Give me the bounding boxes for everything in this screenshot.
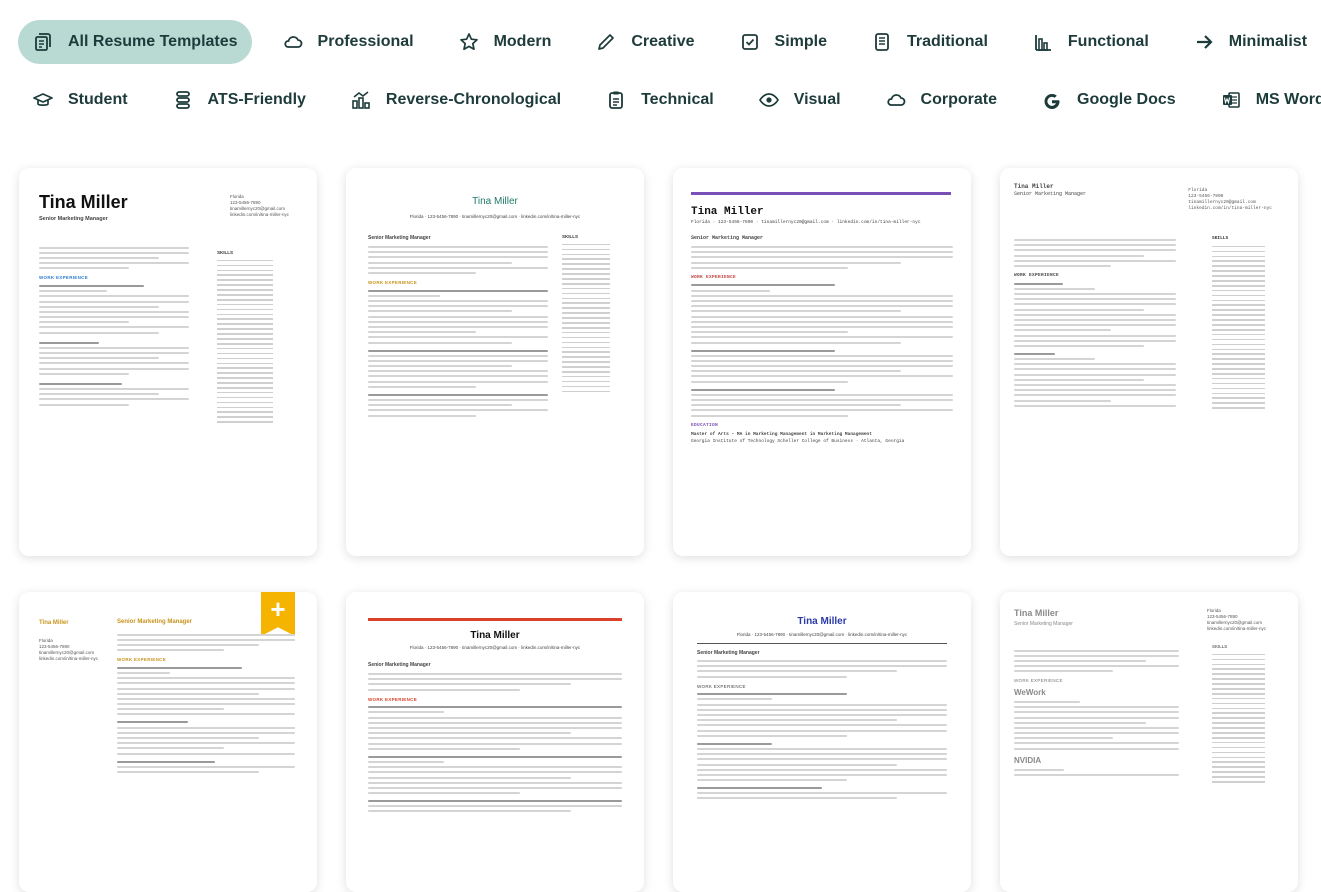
chip-label: Visual xyxy=(793,91,841,108)
template-card[interactable]: Tina Miller Florida · 123-5456-7890 · ti… xyxy=(346,592,644,892)
filter-google-docs[interactable]: Google Docs xyxy=(1027,78,1190,122)
checkbox-icon xyxy=(739,31,761,53)
resume-name: Tina Miller xyxy=(797,616,847,627)
chip-label: ATS-Friendly xyxy=(207,91,306,108)
template-card[interactable]: Tina Miller Florida · 123-5456-7890 · ti… xyxy=(673,592,971,892)
resume-name: Tina Miller xyxy=(691,206,764,218)
clipboard-icon xyxy=(605,89,627,111)
resume-preview: Tina Miller Senior Marketing Manager Flo… xyxy=(19,168,317,556)
filter-reverse-chronological[interactable]: Reverse-Chronological xyxy=(336,78,575,122)
chip-label: Corporate xyxy=(920,91,997,108)
filter-row-2: Student ATS-Friendly Reverse-Chronologic… xyxy=(18,78,1321,122)
arrow-right-icon xyxy=(1193,31,1215,53)
cloud-icon xyxy=(282,31,304,53)
graduation-cap-icon xyxy=(32,89,54,111)
chip-label: Reverse-Chronological xyxy=(385,91,562,108)
cloud-icon xyxy=(885,89,907,111)
word-icon xyxy=(1220,89,1242,111)
template-card[interactable]: Tina Miller Florida · 123-5456-7890 · ti… xyxy=(673,168,971,556)
filter-professional[interactable]: Professional xyxy=(268,20,428,64)
chip-label: All Resume Templates xyxy=(68,33,238,50)
filter-visual[interactable]: Visual xyxy=(744,78,855,122)
bar-chart-icon xyxy=(1032,31,1054,53)
filter-simple[interactable]: Simple xyxy=(725,20,841,64)
filter-creative[interactable]: Creative xyxy=(581,20,708,64)
template-card[interactable]: Tina Miller Florida · 123-5456-7890 · ti… xyxy=(346,168,644,556)
chip-label: Professional xyxy=(317,33,414,50)
filter-row-1: All Resume Templates Professional Modern… xyxy=(18,20,1321,64)
resume-contact-line: Florida · 123-5456-7890 · tinamillernyc2… xyxy=(409,214,581,219)
star-icon xyxy=(458,31,480,53)
chip-label: Student xyxy=(68,91,128,108)
resume-name: Tina Miller xyxy=(39,620,69,626)
template-card[interactable]: Tina Miller Senior Marketing Manager Flo… xyxy=(1000,168,1298,556)
resume-preview: Tina Miller Senior Marketing Manager Flo… xyxy=(1000,592,1298,892)
template-filter-bar: All Resume Templates Professional Modern… xyxy=(0,0,1321,150)
google-icon xyxy=(1041,89,1063,111)
filter-all-resume-templates[interactable]: All Resume Templates xyxy=(18,20,252,64)
resume-preview: Tina Miller Florida · 123-5456-7890 · ti… xyxy=(346,168,644,556)
document-icon xyxy=(871,31,893,53)
resume-preview: Tina Miller Florida · 123-5456-7890 · ti… xyxy=(673,592,971,892)
resume-contact: Florida 123-5456-7890 tinamillernyc20@gmai… xyxy=(229,194,289,217)
chip-label: Google Docs xyxy=(1077,91,1176,108)
filter-modern[interactable]: Modern xyxy=(444,20,566,64)
chip-label: Modern xyxy=(493,33,552,50)
chip-label: Simple xyxy=(774,33,827,50)
chip-label: Functional xyxy=(1067,33,1149,50)
template-card[interactable]: Tina Miller Senior Marketing Manager Flo… xyxy=(1000,592,1298,892)
templates-icon xyxy=(32,31,54,53)
chip-label: Minimalist xyxy=(1228,33,1308,50)
template-card[interactable]: + Tina Miller Florida 123-5456-7890 tinami… xyxy=(19,592,317,892)
filter-functional[interactable]: Functional xyxy=(1018,20,1163,64)
resume-name: Tina Miller xyxy=(472,196,518,207)
filter-ats-friendly[interactable]: ATS-Friendly xyxy=(158,78,320,122)
resume-preview: Tina Miller Florida · 123-5456-7890 · ti… xyxy=(346,592,644,892)
filter-ms-word[interactable]: MS Word xyxy=(1206,78,1321,122)
filter-corporate[interactable]: Corporate xyxy=(871,78,1011,122)
growth-chart-icon xyxy=(350,89,372,111)
chip-label: Technical xyxy=(641,91,714,108)
eye-icon xyxy=(758,89,780,111)
pencil-icon xyxy=(595,31,617,53)
database-icon xyxy=(172,89,194,111)
filter-technical[interactable]: Technical xyxy=(591,78,728,122)
filter-student[interactable]: Student xyxy=(18,78,142,122)
chip-label: Traditional xyxy=(906,33,988,50)
resume-name: Tina Miller xyxy=(470,630,520,641)
template-card[interactable]: Tina Miller Senior Marketing Manager Flo… xyxy=(19,168,317,556)
resume-preview: Tina Miller Senior Marketing Manager Flo… xyxy=(1000,168,1298,556)
filter-minimalist[interactable]: Minimalist xyxy=(1179,20,1321,64)
filter-traditional[interactable]: Traditional xyxy=(857,20,1002,64)
chip-label: Creative xyxy=(631,33,695,50)
resume-preview: Tina Miller Florida · 123-5456-7890 · ti… xyxy=(673,168,971,556)
resume-preview: Tina Miller Florida 123-5456-7890 tinamill… xyxy=(19,592,317,892)
chip-label: MS Word xyxy=(1255,91,1321,108)
